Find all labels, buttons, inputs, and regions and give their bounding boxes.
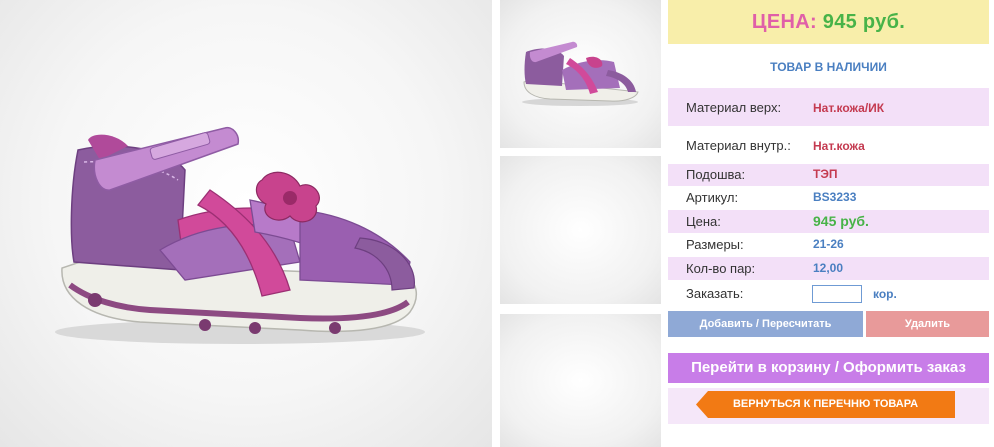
- spec-label: Размеры:: [686, 237, 744, 252]
- spec-value: Нат.кожа: [813, 139, 865, 153]
- spec-value: BS3233: [813, 190, 857, 204]
- quantity-unit: кор.: [873, 287, 897, 301]
- thumbnail-sandal-image: [522, 41, 639, 106]
- stock-status: ТОВАР В НАЛИЧИИ: [770, 60, 887, 74]
- product-main-photo[interactable]: [0, 0, 492, 447]
- spec-value: Нат.кожа/ИК: [813, 101, 885, 115]
- spec-row-upper-material: Материал верх: Нат.кожа/ИК: [668, 88, 989, 126]
- spec-row-sole: Подошва: ТЭП: [668, 164, 989, 186]
- add-recalculate-button[interactable]: Добавить / Пересчитать: [668, 311, 863, 337]
- spec-row-price: Цена: 945 руб.: [668, 210, 989, 233]
- spec-row-inner-material: Материал внутр.: Нат.кожа: [668, 126, 989, 164]
- back-to-list-label: ВЕРНУТЬСЯ К ПЕРЕЧНЮ ТОВАРА: [732, 398, 919, 410]
- spec-label: Цена:: [686, 214, 721, 229]
- spec-row-sizes: Размеры: 21-26: [668, 234, 989, 256]
- thumbnail-sandal[interactable]: [500, 0, 661, 148]
- spec-value: 12,00: [813, 261, 844, 275]
- go-to-cart-button[interactable]: Перейти в корзину / Оформить заказ: [668, 353, 989, 383]
- spec-row-pairs: Кол-во пар: 12,00: [668, 257, 989, 280]
- quantity-input[interactable]: [812, 285, 862, 303]
- spec-label: Кол-во пар:: [686, 261, 756, 276]
- sandal-illustration: [55, 126, 425, 344]
- price-banner-label: ЦЕНА:: [751, 11, 817, 33]
- spec-value: 945 руб.: [813, 213, 869, 229]
- thumbnail-empty-2[interactable]: [500, 314, 661, 447]
- order-label: Заказать:: [686, 286, 744, 301]
- spec-label: Материал внутр.:: [686, 138, 791, 153]
- price-banner: ЦЕНА: 945 руб.: [668, 0, 989, 44]
- spec-label: Материал верх:: [686, 100, 782, 115]
- spec-value: 21-26: [813, 237, 844, 251]
- spec-label: Подошва:: [686, 167, 746, 182]
- delete-button[interactable]: Удалить: [866, 311, 989, 337]
- thumbnail-empty-1[interactable]: [500, 156, 661, 304]
- spec-row-article: Артикул: BS3233: [668, 187, 989, 209]
- price-banner-value: 945 руб.: [822, 11, 906, 33]
- spec-label: Артикул:: [686, 190, 739, 205]
- spec-value: ТЭП: [813, 167, 838, 181]
- back-to-list-button[interactable]: ВЕРНУТЬСЯ К ПЕРЕЧНЮ ТОВАРА: [696, 391, 955, 418]
